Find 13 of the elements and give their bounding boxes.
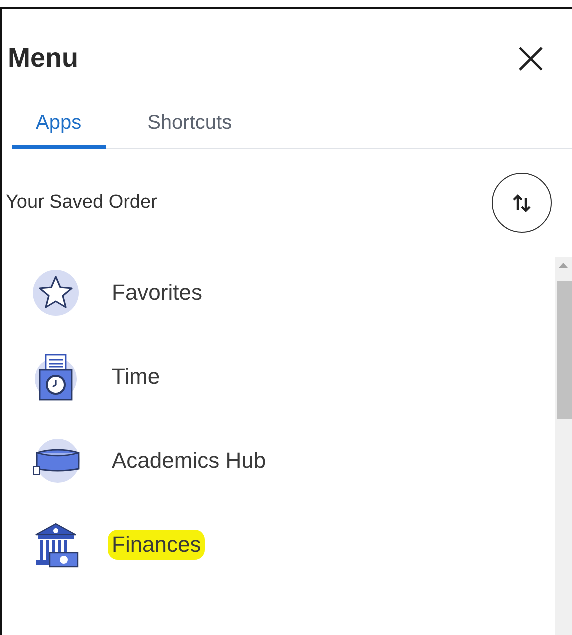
tab[interactable]: Apps	[12, 112, 106, 149]
sort-icon	[511, 192, 533, 214]
app-link[interactable]: Time	[108, 362, 164, 392]
scroll-thumb[interactable]	[557, 281, 572, 419]
close-icon[interactable]	[518, 46, 544, 72]
cap-icon[interactable]	[32, 437, 82, 485]
app-link[interactable]: Favorites	[108, 278, 206, 308]
app-link[interactable]: Finances	[108, 530, 206, 560]
scrollbar[interactable]	[555, 257, 572, 635]
saved-order-label: Your Saved Order	[6, 192, 158, 214]
tab[interactable]: Shortcuts	[124, 112, 256, 149]
menu-title: Menu	[8, 43, 78, 74]
app-link[interactable]: Academics Hub	[108, 446, 270, 476]
